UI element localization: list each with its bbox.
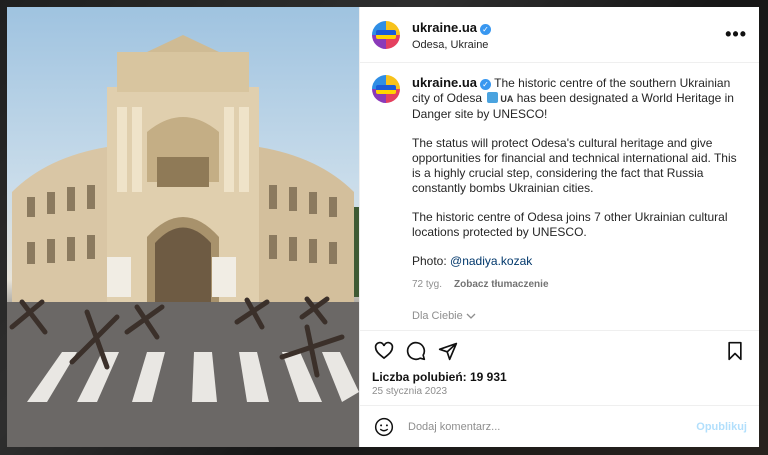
- post-date[interactable]: 25 stycznia 2023: [360, 384, 759, 405]
- verified-icon: ✓: [480, 23, 492, 35]
- verified-icon: ✓: [480, 79, 492, 90]
- post-modal: ukraine.ua ✓ Odesa, Ukraine ••• ukraine.u…: [7, 7, 759, 447]
- caption-body: ukraine.ua ✓ The historic centre of the s…: [412, 75, 747, 292]
- caption-paragraph-2: The status will protect Odesa's cultural…: [412, 136, 737, 195]
- comment-icon: [406, 341, 426, 360]
- for-you-toggle[interactable]: Dla Ciebie: [412, 310, 747, 322]
- emoji-icon: [374, 417, 394, 436]
- ua-flag-emoji: UA: [500, 94, 514, 104]
- opera-house-image: [7, 35, 359, 447]
- post-header: ukraine.ua ✓ Odesa, Ukraine •••: [360, 7, 759, 63]
- action-bar: [360, 330, 759, 370]
- comment-input[interactable]: [408, 420, 697, 433]
- heart-icon: [374, 341, 394, 359]
- post-photo[interactable]: [7, 7, 359, 447]
- emoji-button[interactable]: [372, 415, 396, 439]
- share-button[interactable]: [436, 339, 460, 363]
- avatar[interactable]: [372, 20, 400, 49]
- comment-button[interactable]: [404, 339, 428, 363]
- save-button[interactable]: [723, 339, 747, 363]
- for-you-label: Dla Ciebie: [412, 310, 463, 322]
- share-icon: [438, 342, 458, 360]
- post-age[interactable]: 72 tyg.: [412, 277, 442, 292]
- like-count[interactable]: Liczba polubień: 19 931: [360, 370, 759, 384]
- caption-avatar[interactable]: [372, 75, 400, 103]
- caption-area: ukraine.ua ✓ The historic centre of the s…: [360, 63, 759, 330]
- like-button[interactable]: [372, 339, 396, 363]
- header-location[interactable]: Odesa, Ukraine: [412, 39, 725, 51]
- ua-flag-badge: [376, 84, 396, 94]
- chevron-down-icon: [466, 313, 476, 319]
- comment-bar: Opublikuj: [360, 405, 759, 447]
- header-username[interactable]: ukraine.ua: [412, 20, 477, 35]
- post-comment-button[interactable]: Opublikuj: [696, 421, 747, 433]
- see-translation-link[interactable]: Zobacz tłumaczenie: [454, 277, 548, 292]
- caption-photo-credit: Photo: @nadiya.kozak: [412, 254, 747, 269]
- photo-credit-label: Photo:: [412, 254, 451, 268]
- bookmark-icon: [728, 341, 742, 360]
- post-side-panel: ukraine.ua ✓ Odesa, Ukraine ••• ukraine.u…: [359, 7, 759, 447]
- ua-flag-badge: [376, 30, 396, 39]
- caption-paragraph-1: ukraine.ua ✓ The historic centre of the s…: [412, 75, 747, 122]
- wave-emoji-icon: [487, 92, 499, 103]
- caption-username[interactable]: ukraine.ua: [412, 75, 477, 90]
- caption-meta: 72 tyg. Zobacz tłumaczenie: [412, 277, 747, 292]
- header-text: ukraine.ua ✓ Odesa, Ukraine: [412, 19, 725, 51]
- caption-paragraph-3: The historic centre of Odesa joins 7 oth…: [412, 210, 728, 239]
- more-options-icon[interactable]: •••: [725, 24, 747, 45]
- caption: ukraine.ua ✓ The historic centre of the s…: [372, 75, 747, 292]
- photo-credit-link[interactable]: @nadiya.kozak: [450, 254, 532, 268]
